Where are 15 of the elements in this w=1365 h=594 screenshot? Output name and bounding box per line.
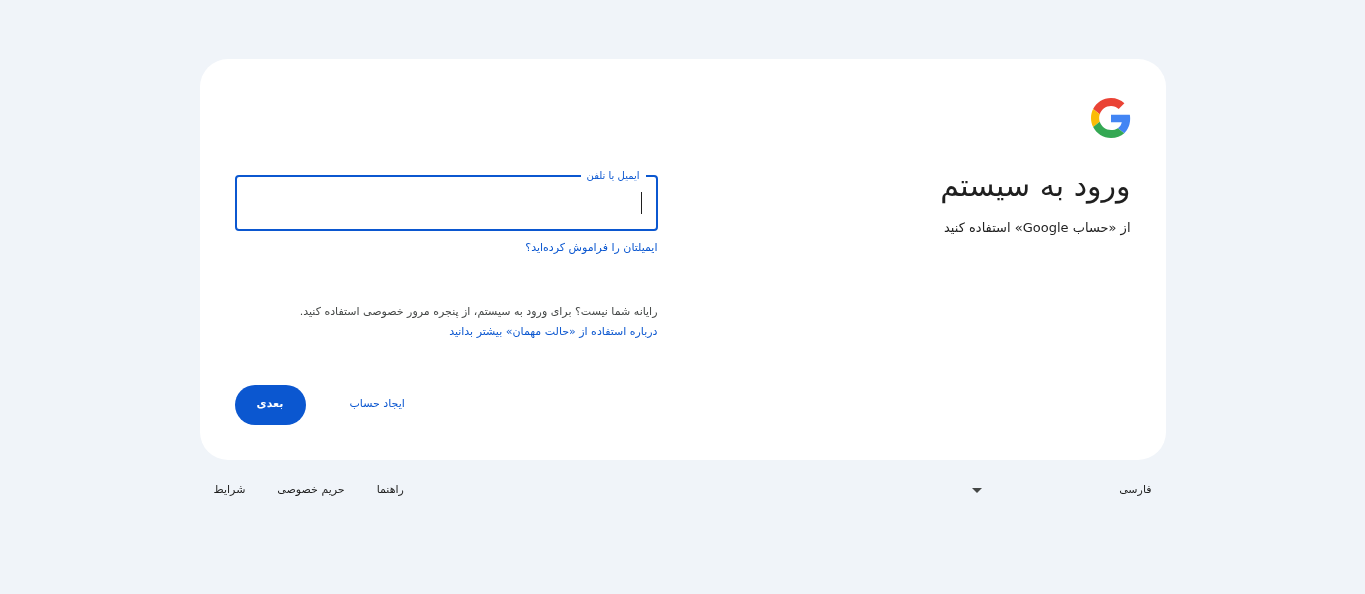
subtitle: از «حساب Google» استفاده کنید [944,219,1131,238]
google-logo-icon [1090,98,1131,138]
footer-link[interactable]: حریم خصوصی [277,482,345,499]
text-cursor [640,192,642,214]
create-account-button[interactable]: ایجاد حساب [345,388,409,421]
guest-mode-note: رایانه شما نیست؟ برای ورود به سیستم، از پنجره مرور خصوصی استفاده کنید. درباره استفاده از «حالت مهمان» بیشتر بدانید [298,303,658,340]
footer-link[interactable]: راهنما [376,482,404,499]
page-title: ورود به سیستم [940,167,1131,206]
footer-link[interactable]: شرایط [213,482,246,499]
next-button[interactable]: بعدی [234,384,306,425]
guest-mode-link[interactable]: درباره استفاده از «حالت مهمان» بیشتر بدانید [449,324,658,338]
forgot-email-link[interactable]: ایمیلتان را فراموش کرده‌اید؟ [525,240,658,257]
language-select[interactable]: فارسی [971,482,1152,499]
caret-icon [971,487,982,493]
field-label: ایمیل یا تلفن [580,168,646,183]
